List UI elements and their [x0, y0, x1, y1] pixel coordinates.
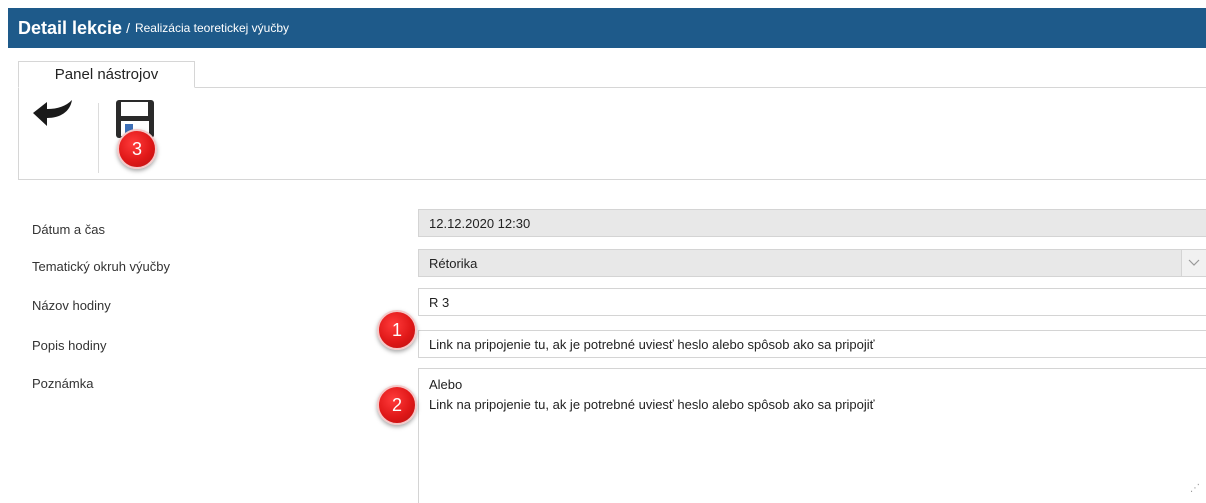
page-subtitle: Realizácia teoretickej výučby: [134, 21, 290, 35]
lesson-name-label: Názov hodiny: [32, 298, 111, 313]
lesson-description-input[interactable]: Link na pripojenie tu, ak je potrebné uv…: [418, 330, 1206, 358]
annotation-badge-3: 3: [117, 129, 157, 169]
note-line-1: Alebo: [429, 377, 463, 392]
page-title: Detail lekcie: [18, 17, 123, 38]
back-button[interactable]: [30, 96, 80, 136]
topic-label: Tematický okruh výučby: [32, 259, 170, 274]
lesson-name-value: R 3: [429, 294, 450, 310]
annotation-badge-1: 1: [377, 310, 417, 350]
datetime-label: Dátum a čas: [32, 222, 105, 237]
resize-grip-icon[interactable]: ⋰: [1190, 479, 1200, 499]
topic-select[interactable]: Rétorika: [418, 249, 1206, 277]
toolbar-panel: [18, 87, 1206, 180]
note-line-2: Link na pripojenie tu, ak je potrebné uv…: [429, 397, 875, 412]
back-arrow-icon: [33, 100, 72, 126]
tab-toolbar-panel[interactable]: Panel nástrojov: [18, 61, 195, 88]
lesson-name-input[interactable]: R 3: [418, 288, 1206, 316]
datetime-field: 12.12.2020 12:30: [418, 209, 1206, 237]
topic-value: Rétorika: [429, 255, 478, 271]
annotation-badge-2: 2: [377, 385, 417, 425]
note-textarea[interactable]: Alebo Link na pripojenie tu, ak je potre…: [418, 368, 1206, 503]
note-label: Poznámka: [32, 376, 94, 391]
chevron-down-icon[interactable]: [1181, 250, 1206, 276]
breadcrumb-separator: /: [126, 20, 130, 36]
page-header: Detail lekcie / Realizácia teoretickej v…: [8, 8, 1206, 48]
lesson-description-label: Popis hodiny: [32, 338, 107, 353]
toolbar-divider: [98, 103, 99, 173]
datetime-value: 12.12.2020 12:30: [429, 215, 531, 231]
lesson-description-value: Link na pripojenie tu, ak je potrebné uv…: [429, 336, 875, 352]
